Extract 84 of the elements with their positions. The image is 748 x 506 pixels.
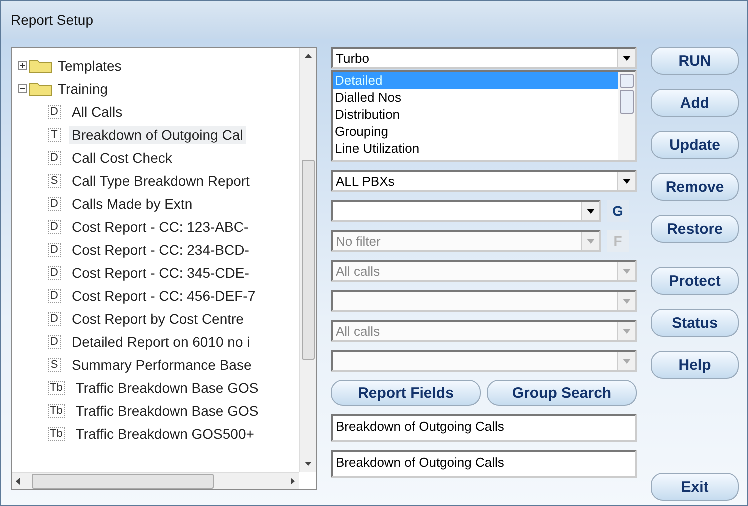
dropdown-button[interactable]	[581, 202, 599, 220]
collapse-icon[interactable]	[18, 84, 27, 93]
report-type-icon: D	[48, 150, 61, 164]
report-type-icon: D	[48, 220, 61, 234]
report-type-icon: D	[48, 266, 61, 280]
folder-label[interactable]: Templates	[58, 58, 122, 74]
report-item[interactable]: All Calls	[69, 102, 126, 120]
filter-dropdown[interactable]	[331, 200, 601, 222]
report-type-dropdown[interactable]: Turbo	[331, 47, 637, 69]
list-item[interactable]: Distribution	[333, 106, 618, 123]
scroll-thumb[interactable]	[302, 160, 314, 360]
scroll-down-icon[interactable]	[304, 462, 312, 466]
caret-icon	[622, 328, 630, 334]
caret-icon	[586, 238, 594, 244]
report-name-field[interactable]: Breakdown of Outgoing Calls	[331, 414, 637, 442]
report-type-icon: T	[48, 128, 61, 142]
window-title: Report Setup	[1, 1, 747, 39]
list-item[interactable]: Dialled Nos	[333, 89, 618, 106]
caret-icon	[622, 178, 630, 184]
caret-icon	[586, 208, 594, 214]
list-item[interactable]: Line Utilization	[333, 140, 618, 157]
report-type-icon: S	[48, 358, 61, 372]
filter-value: All calls	[336, 324, 382, 338]
caret-icon	[622, 56, 630, 60]
filter-dropdown[interactable]: ALL PBXs	[331, 170, 637, 192]
action-button[interactable]: Restore	[651, 215, 739, 243]
scroll-right-icon[interactable]	[291, 478, 295, 484]
report-type-icon: D	[48, 196, 61, 210]
list-item[interactable]: Grouping	[333, 123, 618, 140]
report-item[interactable]: Detailed Report on 6010 no i	[69, 332, 254, 350]
action-button[interactable]: RUN	[651, 47, 739, 75]
report-item[interactable]: Cost Report by Cost Centre	[69, 310, 247, 328]
scroll-up-icon[interactable]	[304, 54, 312, 58]
report-item[interactable]: Cost Report - CC: 456-DEF-7	[69, 286, 259, 304]
report-type-icon: D	[48, 312, 61, 326]
report-name-field[interactable]: Breakdown of Outgoing Calls	[331, 450, 637, 478]
action-button[interactable]: Report Fields	[331, 380, 481, 406]
action-button[interactable]: Remove	[651, 173, 739, 201]
report-type-icon: D	[48, 104, 61, 118]
action-button[interactable]: Add	[651, 89, 739, 117]
report-item[interactable]: Summary Performance Base	[69, 356, 255, 374]
filter-side-button[interactable]: G	[607, 200, 629, 222]
report-item[interactable]: Calls Made by Extn	[69, 194, 196, 212]
action-button[interactable]: Group Search	[487, 380, 637, 406]
horizontal-scrollbar[interactable]	[12, 472, 299, 489]
report-item[interactable]: Traffic Breakdown GOS500+	[72, 424, 258, 442]
filter-value: All calls	[336, 264, 382, 278]
vertical-scrollbar[interactable]	[299, 48, 316, 472]
scroll-thumb[interactable]	[32, 474, 214, 488]
action-button[interactable]: Help	[651, 351, 739, 379]
report-type-icon: Tb	[48, 426, 65, 440]
report-type-icon: Tb	[48, 404, 65, 418]
scroll-left-icon[interactable]	[16, 478, 20, 484]
caret-icon	[622, 268, 630, 274]
report-item[interactable]: Cost Report - CC: 123-ABC-	[69, 218, 252, 236]
report-item[interactable]: Cost Report - CC: 345-CDE-	[69, 264, 252, 282]
scroll-up-button[interactable]	[620, 74, 634, 88]
report-item[interactable]: Cost Report - CC: 234-BCD-	[69, 240, 252, 258]
report-type-icon: D	[48, 242, 61, 256]
scroll-thumb[interactable]	[620, 90, 634, 114]
filter-value: ALL PBXs	[336, 174, 396, 188]
report-type-icon: D	[48, 334, 61, 348]
action-button[interactable]: Protect	[651, 267, 739, 295]
report-type-icon: S	[48, 174, 61, 188]
report-item[interactable]: Breakdown of Outgoing Cal	[69, 126, 246, 144]
folder-icon	[29, 58, 53, 74]
dropdown-button[interactable]	[617, 172, 635, 190]
folder-label[interactable]: Training	[58, 80, 108, 96]
folder-icon	[29, 80, 53, 96]
report-item[interactable]: Traffic Breakdown Base GOS	[72, 402, 262, 420]
report-item[interactable]: Call Cost Check	[69, 148, 176, 166]
report-type-icon: Tb	[48, 380, 65, 394]
action-button[interactable]: Status	[651, 309, 739, 337]
report-item[interactable]: Call Type Breakdown Report	[69, 172, 253, 190]
caret-icon	[622, 298, 630, 304]
filter-value: No filter	[336, 234, 382, 248]
dropdown-button[interactable]	[617, 49, 635, 67]
action-button[interactable]: Update	[651, 131, 739, 159]
report-type-icon: D	[48, 288, 61, 302]
report-type-list[interactable]: Detailed Dialled Nos Distribution Grouping Line Utilization	[331, 70, 637, 162]
caret-icon	[622, 358, 630, 364]
expand-icon[interactable]	[18, 61, 27, 70]
report-item[interactable]: Traffic Breakdown Base GOS	[72, 378, 262, 396]
action-button[interactable]: Exit	[651, 473, 739, 501]
